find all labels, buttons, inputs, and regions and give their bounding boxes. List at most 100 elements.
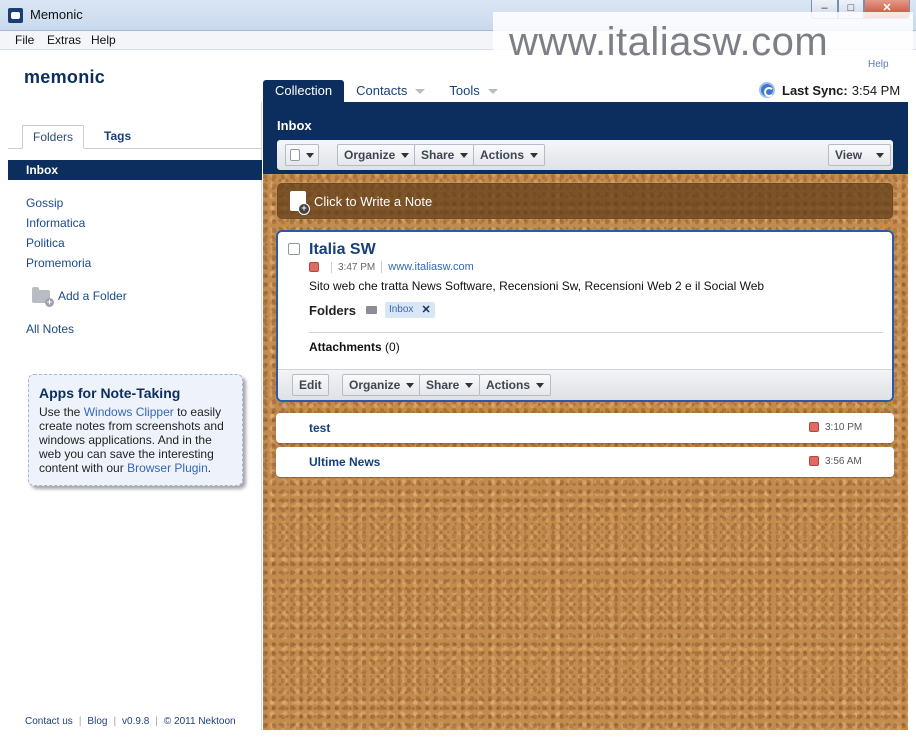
tab-collection-label: Collection [275,83,333,98]
note-row-title[interactable]: Ultime News [309,455,380,469]
note-organize-button[interactable]: Organize [342,374,422,396]
select-checkbox[interactable] [290,149,300,161]
share-button[interactable]: Share [414,144,476,166]
menu-help[interactable]: Help [91,33,116,47]
logo: memonic [24,67,106,87]
add-folder-button[interactable]: Add a Folder [32,286,127,307]
chevron-down-icon [406,382,415,388]
sidebar-footer: Contact us | Blog | v0.9.8 | © 2011 Nekt… [8,716,262,730]
tab-tools-label: Tools [449,83,480,98]
note-folders: Folders Inbox ✕ [309,302,435,318]
folder-chip[interactable]: Inbox ✕ [384,302,435,318]
chevron-down-icon [415,89,426,95]
new-note-icon [290,191,310,215]
attachments-count: (0) [385,340,400,354]
sidebar-item-inbox[interactable]: Inbox [8,160,262,180]
note-checkbox[interactable] [288,243,300,255]
main-tabs: Collection Contacts Tools [263,80,510,102]
version-label: v0.9.8 [122,716,150,727]
page-title: Inbox [277,118,312,133]
note-share-button[interactable]: Share [419,374,481,396]
remove-icon[interactable]: ✕ [421,302,430,318]
copyright-label: © 2011 Nektoon [163,716,236,727]
note-title[interactable]: Italia SW [309,241,376,259]
footer-separator: | [78,716,82,727]
sync-icon[interactable] [759,82,775,98]
tab-contacts[interactable]: Contacts [344,80,437,102]
add-folder-icon [32,286,54,307]
chevron-down-icon [306,152,314,158]
watermark-text: www.italiasw.com [509,20,829,64]
sidebar-item-gossip[interactable]: Gossip [26,196,63,210]
sidebar-item-all-notes[interactable]: All Notes [26,322,74,336]
tab-collection[interactable]: Collection [263,80,345,102]
note-row-title[interactable]: test [309,421,330,435]
note-row-time: 3:56 AM [825,456,862,467]
footer-separator: | [155,716,158,727]
tab-tools[interactable]: Tools [437,80,509,102]
app-icon [8,8,23,23]
blog-link[interactable]: Blog [87,716,107,730]
menu-file[interactable]: File [15,33,34,47]
sync-status: Last Sync: 3:54 PM [759,82,900,98]
promo-text-part: Use the [39,405,84,419]
chevron-down-icon [530,152,539,158]
menu-extras[interactable]: Extras [47,33,81,47]
promo-text: Use the Windows Clipper to easily create… [39,405,232,475]
promo-title: Apps for Note-Taking [39,385,181,401]
organize-button[interactable]: Organize [337,144,417,166]
attachments: Attachments (0) [309,340,400,354]
note-body: Sito web che tratta News Software, Recen… [309,279,765,293]
share-label: Share [426,378,460,392]
write-note-label: Click to Write a Note [314,193,433,209]
color-tag-icon[interactable] [809,422,819,432]
select-all-dropdown[interactable] [285,144,319,166]
attachments-label: Attachments [309,340,382,354]
sync-time: 3:54 PM [851,82,901,98]
sync-label: Last Sync: [782,82,848,98]
sidebar-item-informatica[interactable]: Informatica [26,216,85,230]
footer-separator: | [113,716,117,727]
chevron-down-icon [460,152,469,158]
list-item[interactable]: test 3:10 PM [276,413,894,443]
write-note-button[interactable]: Click to Write a Note [277,183,893,219]
note-divider [309,332,883,333]
folder-chip-label: Inbox [388,304,414,315]
tab-contacts-label: Contacts [356,83,408,98]
windows-clipper-link[interactable]: Windows Clipper [84,405,174,419]
note-meta: 3:47 PM www.italiasw.com [309,261,474,273]
window-title: Memonic [30,7,83,22]
note-actions-button[interactable]: Actions [479,374,552,396]
organize-label: Organize [344,148,396,162]
sidebar-item-politica[interactable]: Politica [26,236,65,250]
chevron-down-icon [536,382,545,388]
main-toolbar: Organize Share Actions View [277,140,893,170]
note-url-link[interactable]: www.italiasw.com [381,261,474,273]
sidebar-tabs: Folders Tags [22,125,141,149]
chevron-down-icon [876,152,885,158]
edit-button[interactable]: Edit [292,374,329,396]
tab-tags[interactable]: Tags [84,125,141,149]
view-label: View [835,148,863,162]
watermark: www.italiasw.com [493,12,913,74]
actions-button[interactable]: Actions [473,144,546,166]
browser-plugin-link[interactable]: Browser Plugin [127,461,208,475]
promo-box: Apps for Note-Taking Use the Windows Cli… [28,374,243,486]
sidebar-item-promemoria[interactable]: Promemoria [26,256,91,270]
actions-label: Actions [486,378,531,392]
chevron-down-icon [465,382,474,388]
list-item[interactable]: Ultime News 3:56 AM [276,447,894,477]
promo-text-part: . [207,461,212,475]
help-link[interactable]: Help [868,59,889,70]
share-label: Share [421,148,455,162]
add-folder-label: Add a Folder [58,289,127,303]
contact-us-link[interactable]: Contact us [25,716,73,730]
color-tag-icon[interactable] [809,456,819,466]
view-button[interactable]: View [828,144,892,166]
organize-label: Organize [349,378,401,392]
folder-icon [365,306,377,314]
tab-folders[interactable]: Folders [22,125,85,149]
color-tag-icon[interactable] [309,262,319,272]
chevron-down-icon [487,89,498,95]
chevron-down-icon [401,152,410,158]
